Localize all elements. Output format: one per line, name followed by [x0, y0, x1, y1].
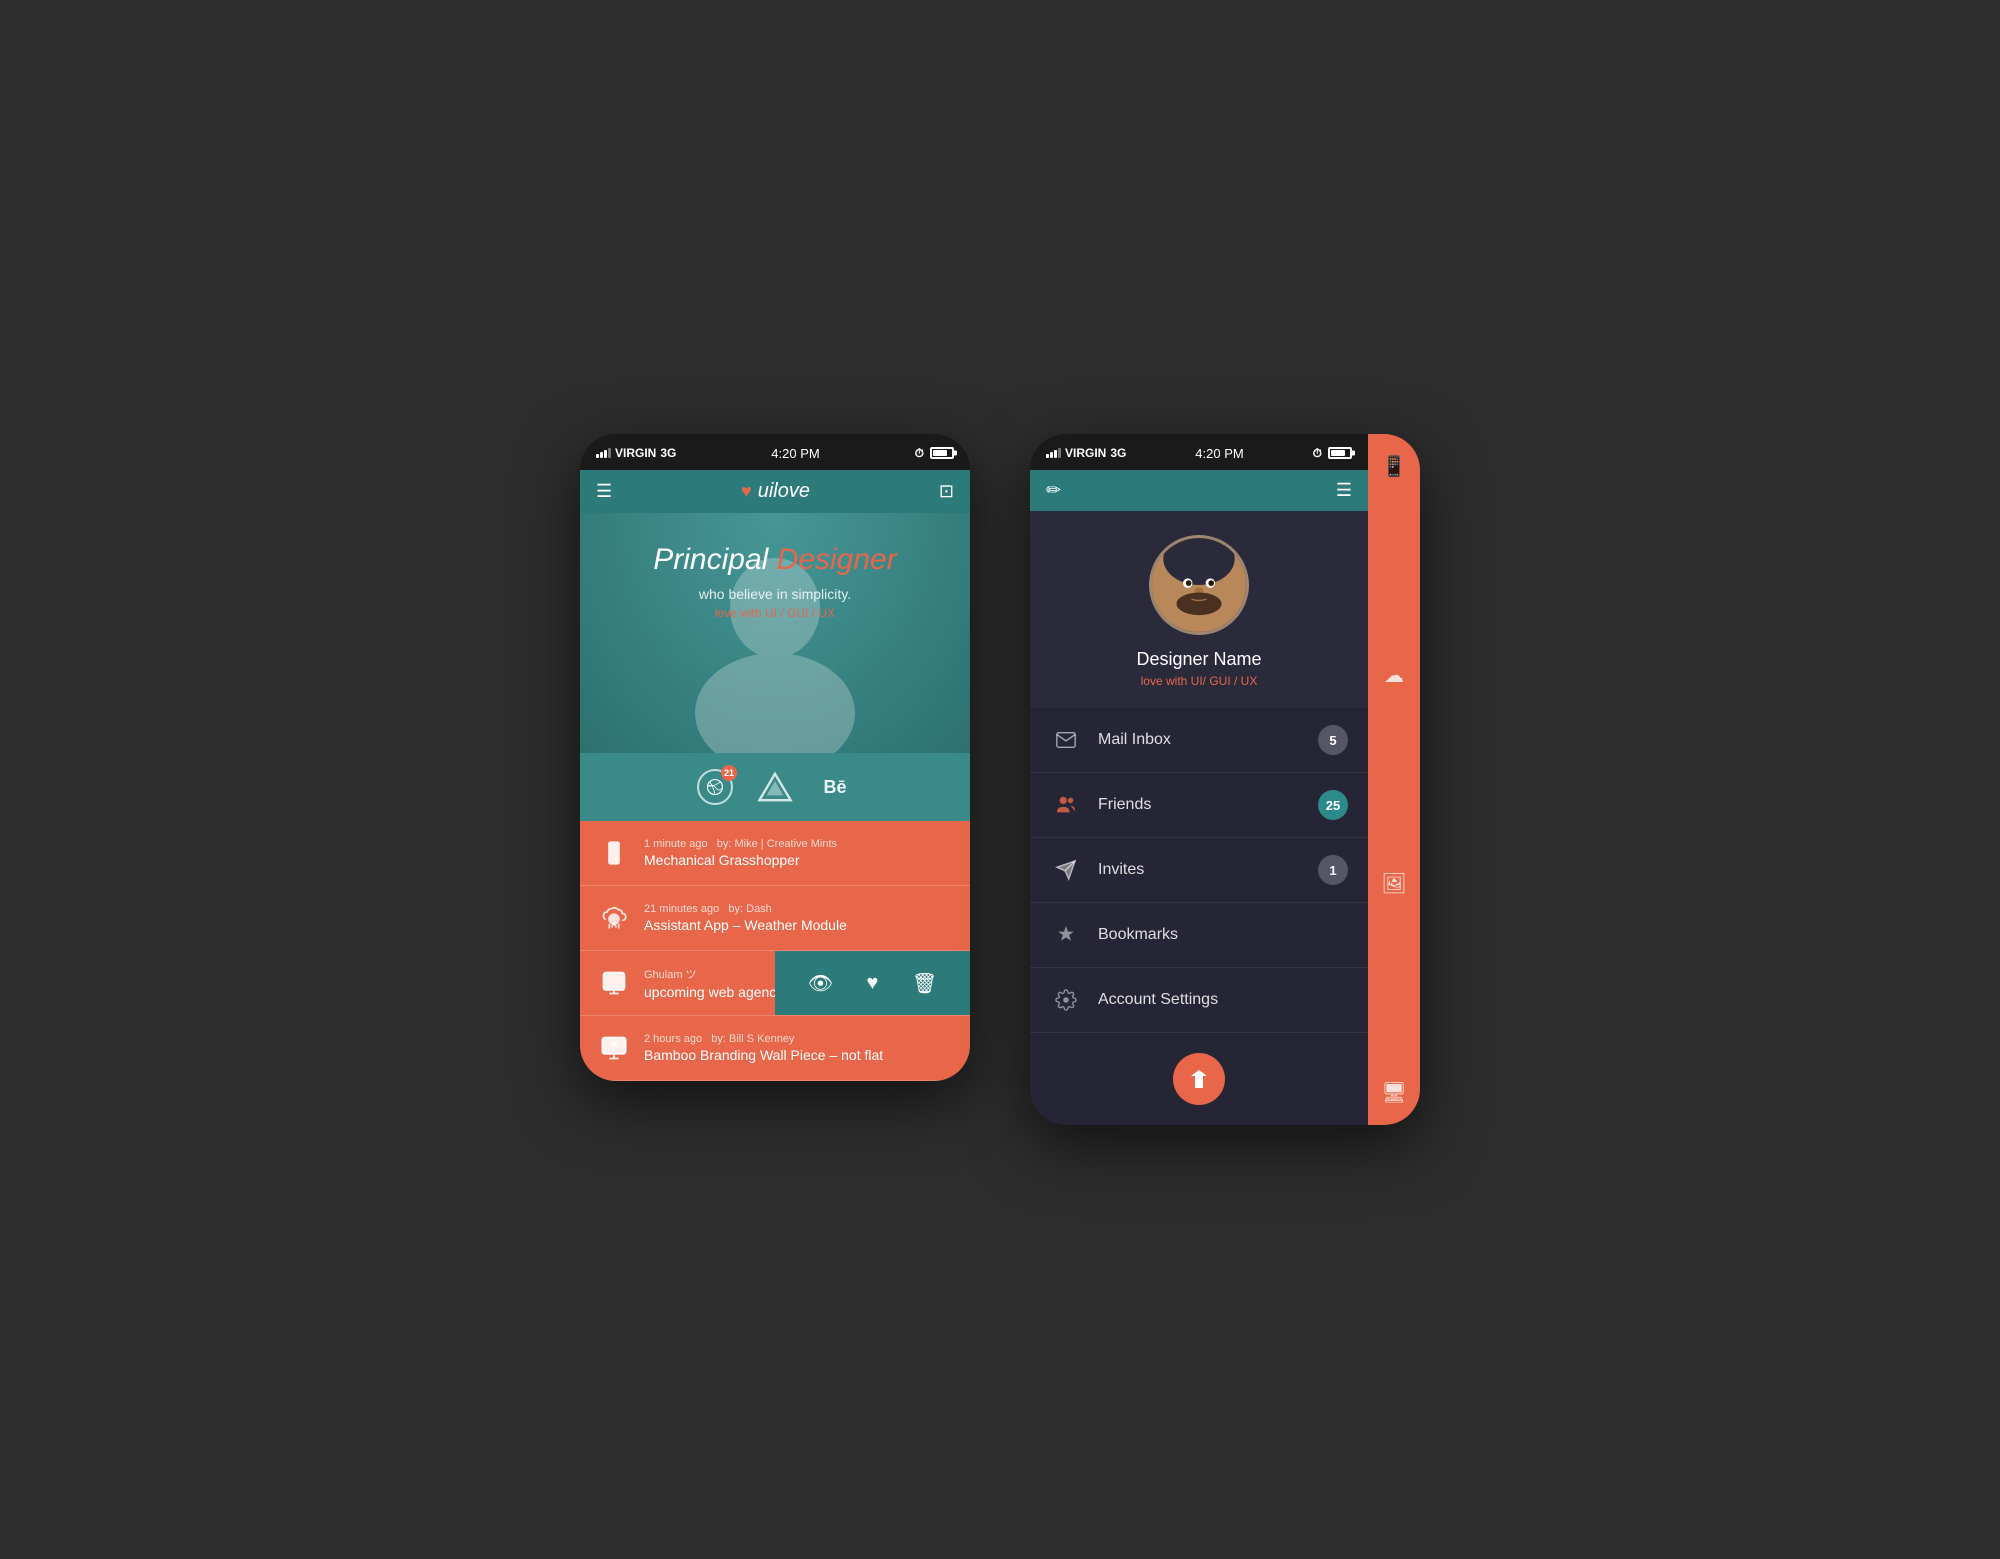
feed-item-4-meta: 2 hours ago by: Bill S Kenney [644, 1033, 954, 1045]
friends-badge: 25 [1318, 790, 1348, 820]
feed-item-2[interactable]: 21 minutes ago by: Dash Assistant App – … [580, 886, 970, 951]
invites-label: Invites [1098, 861, 1302, 879]
nav-bar-2: ✏ ☰ [1030, 470, 1368, 511]
friends-icon [1050, 789, 1082, 821]
heart-icon: ♥ [741, 481, 752, 502]
clock-icon: ⏱ [915, 446, 924, 461]
menu-item-invites[interactable]: Invites 1 [1030, 838, 1368, 903]
status-right-2: ⏱ [1313, 446, 1352, 461]
nav-bar-1: ☰ ♥ uilove ⊡ [580, 470, 970, 513]
phone-2: VIRGIN 3G 4:20 PM ⏱ ✏ ☰ [1030, 434, 1420, 1125]
hamburger-icon[interactable]: ☰ [596, 481, 612, 502]
logout-section [1030, 1033, 1368, 1125]
feed-icon-phone [596, 835, 632, 871]
feed-item-4[interactable]: 2 hours ago by: Bill S Kenney Bamboo Bra… [580, 1016, 970, 1081]
status-left-2: VIRGIN 3G [1046, 446, 1126, 460]
status-right-1: ⏱ [915, 446, 954, 461]
dribbble-icon[interactable]: 21 [697, 769, 733, 805]
carrier-label: VIRGIN [615, 446, 656, 460]
feed-item-3[interactable]: Ghulam ツ upcoming web agency 👁 ♥ 🗑 [580, 951, 970, 1016]
profile-section: Designer Name love with UI/ GUI / UX [1030, 511, 1368, 708]
feed-item-4-title: Bamboo Branding Wall Piece – not flat [644, 1047, 954, 1063]
menu-item-bookmarks[interactable]: Bookmarks [1030, 903, 1368, 968]
menu-item-settings[interactable]: Account Settings [1030, 968, 1368, 1033]
hero-title: Principal Designer [600, 543, 950, 576]
hamburger-icon-2[interactable]: ☰ [1336, 480, 1352, 501]
avatar-face [1152, 538, 1246, 632]
mail-label: Mail Inbox [1098, 731, 1302, 749]
swipe-action-bar: 👁 ♥ 🗑 [775, 951, 970, 1015]
profile-tagline: love with UI/ GUI / UX [1050, 674, 1348, 688]
time-label-1: 4:20 PM [771, 446, 819, 461]
dribbble-badge: 21 [721, 765, 737, 781]
signal-icon [596, 448, 611, 458]
side-phone-icon: 📱 [1382, 454, 1407, 479]
carrier-label-2: VIRGIN [1065, 446, 1106, 460]
feed-item-1-text: 1 minute ago by: Mike | Creative Mints M… [644, 838, 954, 868]
feed-item-2-title: Assistant App – Weather Module [644, 917, 954, 933]
logo-text: uilove [758, 480, 810, 503]
hero-title-coral: Designer [777, 543, 897, 576]
like-action[interactable]: ♥ [867, 972, 879, 995]
feed-icon-monitor [596, 1030, 632, 1066]
status-left-1: VIRGIN 3G [596, 446, 676, 460]
feed-item-1-title: Mechanical Grasshopper [644, 852, 954, 868]
edit-icon[interactable]: ✏ [1046, 480, 1061, 501]
mail-badge: 5 [1318, 725, 1348, 755]
hero-content: Principal Designer who believe in simpli… [600, 543, 950, 620]
side-strip: 📱 ☁ 🖼 🖥 [1368, 434, 1420, 1125]
status-bar-1: VIRGIN 3G 4:20 PM ⏱ [580, 434, 970, 470]
signal-icon-2 [1046, 448, 1061, 458]
menu-list: Mail Inbox 5 Friends 25 [1030, 708, 1368, 1033]
invites-badge: 1 [1318, 855, 1348, 885]
bookmarks-icon [1050, 919, 1082, 951]
mountain-icon[interactable] [757, 769, 793, 805]
phone-1: VIRGIN 3G 4:20 PM ⏱ ☰ ♥ uilove ⊡ [580, 434, 970, 1081]
battery-icon-2 [1328, 447, 1352, 459]
feed-item-2-meta: 21 minutes ago by: Dash [644, 903, 954, 915]
feed-icon-cloud [596, 900, 632, 936]
logout-button[interactable] [1173, 1053, 1225, 1105]
bookmarks-label: Bookmarks [1098, 926, 1348, 944]
feed-list: 1 minute ago by: Mike | Creative Mints M… [580, 821, 970, 1081]
feed-item-2-text: 21 minutes ago by: Dash Assistant App – … [644, 903, 954, 933]
friends-label: Friends [1098, 796, 1302, 814]
side-cloud-icon: ☁ [1384, 663, 1404, 688]
bag-icon[interactable]: ⊡ [939, 481, 954, 502]
battery-icon [930, 447, 954, 459]
menu-item-mail[interactable]: Mail Inbox 5 [1030, 708, 1368, 773]
feed-item-4-text: 2 hours ago by: Bill S Kenney Bamboo Bra… [644, 1033, 954, 1063]
hero-title-white: Principal [653, 543, 776, 576]
profile-name: Designer Name [1050, 649, 1348, 670]
hero-subtitle: who believe in simplicity. [600, 586, 950, 602]
network-label: 3G [660, 446, 676, 460]
hero-tagline: love with UI / GUI / UX [600, 606, 950, 620]
app-logo: ♥ uilove [741, 480, 810, 503]
behance-icon[interactable]: Bē [817, 769, 853, 805]
avatar [1149, 535, 1249, 635]
screen-profile: VIRGIN 3G 4:20 PM ⏱ ✏ ☰ [1030, 434, 1368, 1125]
settings-label: Account Settings [1098, 991, 1348, 1009]
screen-feed: ☰ ♥ uilove ⊡ Principal Designer [580, 470, 970, 1081]
feed-icon-web [596, 965, 632, 1001]
menu-item-friends[interactable]: Friends 25 [1030, 773, 1368, 838]
delete-action[interactable]: 🗑 [912, 971, 937, 996]
side-monitor-icon: 🖥 [1381, 1080, 1406, 1105]
clock-icon-2: ⏱ [1313, 446, 1322, 461]
time-label-2: 4:20 PM [1195, 446, 1243, 461]
social-row: 21 Bē [580, 753, 970, 821]
settings-icon [1050, 984, 1082, 1016]
network-label-2: 3G [1110, 446, 1126, 460]
view-action[interactable]: 👁 [808, 971, 833, 996]
feed-item-1-meta: 1 minute ago by: Mike | Creative Mints [644, 838, 954, 850]
invites-icon [1050, 854, 1082, 886]
feed-item-1[interactable]: 1 minute ago by: Mike | Creative Mints M… [580, 821, 970, 886]
side-image-icon: 🖼 [1381, 871, 1406, 896]
mail-icon [1050, 724, 1082, 756]
status-bar-2: VIRGIN 3G 4:20 PM ⏱ [1030, 434, 1368, 470]
hero-section: Principal Designer who believe in simpli… [580, 513, 970, 753]
